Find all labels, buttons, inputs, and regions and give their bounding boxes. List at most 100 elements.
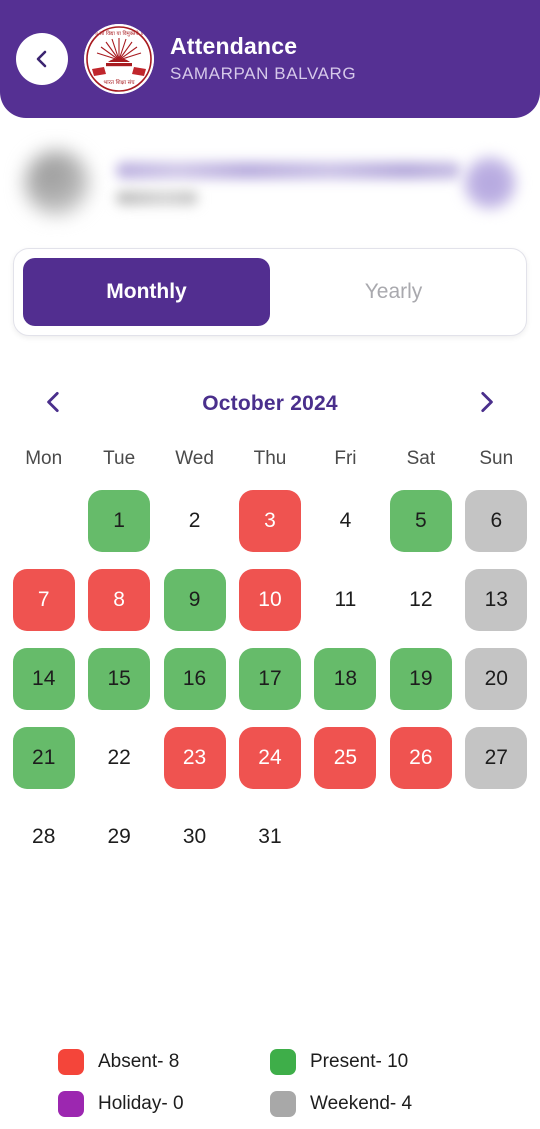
day-7-absent[interactable]: 7 xyxy=(12,568,75,631)
day-8-absent[interactable]: 8 xyxy=(88,568,151,631)
legend: Absent- 8 Present- 10 Holiday- 0 Weekend- 4 xyxy=(0,1049,540,1117)
day-18-present[interactable]: 18 xyxy=(314,647,377,710)
day-cell: 12 xyxy=(383,561,458,638)
day-9-present[interactable]: 9 xyxy=(163,568,226,631)
day-19-present[interactable]: 19 xyxy=(389,647,452,710)
day-25-absent[interactable]: 25 xyxy=(314,726,377,789)
legend-swatch-weekend xyxy=(270,1091,296,1117)
legend-label-holiday: Holiday- 0 xyxy=(98,1093,184,1114)
legend-swatch-present xyxy=(270,1049,296,1075)
day-30-none[interactable]: 30 xyxy=(164,806,226,868)
day-cell: 7 xyxy=(6,561,81,638)
day-27-weekend[interactable]: 27 xyxy=(465,726,528,789)
day-cell: 30 xyxy=(157,798,232,875)
weekday-label-wed: Wed xyxy=(175,448,214,469)
day-22-none[interactable]: 22 xyxy=(88,727,150,789)
day-13-weekend[interactable]: 13 xyxy=(465,568,528,631)
day-12-none[interactable]: 12 xyxy=(390,569,452,631)
day-cell xyxy=(383,798,458,875)
day-cell: 9 xyxy=(157,561,232,638)
day-20-weekend[interactable]: 20 xyxy=(465,647,528,710)
avatar xyxy=(24,150,90,216)
day-26-absent[interactable]: 26 xyxy=(389,726,452,789)
calendar-week-row: 7 8 9 10 11 12 13 xyxy=(6,561,534,638)
weekday-header-row: Mon Tue Wed Thu Fri Sat Sun xyxy=(6,440,534,482)
next-month-button[interactable] xyxy=(468,386,504,422)
day-cell: 25 xyxy=(308,719,383,796)
day-cell: 14 xyxy=(6,640,81,717)
day-cell xyxy=(459,798,534,875)
day-1-present[interactable]: 1 xyxy=(88,489,151,552)
chevron-left-icon xyxy=(41,389,67,420)
attendance-calendar: Mon Tue Wed Thu Fri Sat Sun 1 2 3 4 5 6 7 8 9 10 11 12 13 1… xyxy=(0,440,540,877)
day-cell: 31 xyxy=(232,798,307,875)
day-cell: 21 xyxy=(6,719,81,796)
student-profile-strip[interactable] xyxy=(0,130,540,236)
back-button[interactable] xyxy=(16,33,68,85)
day-cell: 2 xyxy=(157,482,232,559)
legend-item-absent: Absent- 8 xyxy=(58,1049,270,1075)
day-2-none[interactable]: 2 xyxy=(164,490,226,552)
tab-monthly[interactable]: Monthly xyxy=(23,258,270,326)
day-cell xyxy=(6,482,81,559)
weekday-label-sun: Sun xyxy=(479,448,514,469)
day-14-present[interactable]: 14 xyxy=(12,647,75,710)
calendar-week-row: 123456 xyxy=(6,482,534,559)
prev-month-button[interactable] xyxy=(36,386,72,422)
calendar-week-row: 28 29 30 31 xyxy=(6,798,534,875)
day-23-absent[interactable]: 23 xyxy=(163,726,226,789)
weekday-label-tue: Tue xyxy=(103,448,136,469)
legend-label-absent: Absent- 8 xyxy=(98,1051,180,1072)
day-cell xyxy=(308,798,383,875)
day-31-none[interactable]: 31 xyxy=(239,806,301,868)
calendar-week-row: 14 15 16 17 18 19 20 xyxy=(6,640,534,717)
day-cell: 23 xyxy=(157,719,232,796)
day-11-none[interactable]: 11 xyxy=(314,569,376,631)
day-3-absent[interactable]: 3 xyxy=(238,489,301,552)
day-cell: 15 xyxy=(81,640,156,717)
header-text-group: Attendance SAMARPAN BALVARG xyxy=(170,32,356,86)
day-10-absent[interactable]: 10 xyxy=(238,568,301,631)
page-subtitle: SAMARPAN BALVARG xyxy=(170,63,357,83)
day-4-none[interactable]: 4 xyxy=(314,490,376,552)
day-29-none[interactable]: 29 xyxy=(88,806,150,868)
app-header: ॥ सा विद्या या विमुक्तये ॥ भारत शिक्षा स… xyxy=(0,0,540,118)
legend-item-present: Present- 10 xyxy=(270,1049,482,1075)
profile-class-redacted xyxy=(116,190,198,205)
day-16-present[interactable]: 16 xyxy=(163,647,226,710)
day-cell: 16 xyxy=(157,640,232,717)
day-cell: 1 xyxy=(81,482,156,559)
day-21-present[interactable]: 21 xyxy=(12,726,75,789)
weekday-label-sat: Sat xyxy=(406,448,436,469)
profile-name-redacted xyxy=(116,161,461,179)
day-empty xyxy=(465,806,527,868)
legend-item-weekend: Weekend- 4 xyxy=(270,1091,482,1117)
day-empty xyxy=(314,806,376,868)
legend-label-present: Present- 10 xyxy=(310,1051,409,1072)
page-title: Attendance xyxy=(170,33,298,60)
legend-item-holiday: Holiday- 0 xyxy=(58,1091,270,1117)
legend-swatch-holiday xyxy=(58,1091,84,1117)
calendar-weeks: 1 2 3 4 5 6 7 8 9 10 11 12 13 14 15 16 17 18 19 20 21 22 23 24 2… xyxy=(6,482,534,875)
month-navigation: October 2024 xyxy=(0,378,540,430)
chevron-left-icon xyxy=(30,47,54,71)
day-cell: 22 xyxy=(81,719,156,796)
current-month-label: October 2024 xyxy=(202,392,338,415)
day-cell: 27 xyxy=(459,719,534,796)
day-cell: 28 xyxy=(6,798,81,875)
day-24-absent[interactable]: 24 xyxy=(238,726,301,789)
legend-label-weekend: Weekend- 4 xyxy=(310,1093,413,1114)
day-cell: 8 xyxy=(81,561,156,638)
day-15-present[interactable]: 15 xyxy=(88,647,151,710)
day-6-weekend[interactable]: 6 xyxy=(465,489,528,552)
day-cell: 20 xyxy=(459,640,534,717)
weekday-label-mon: Mon xyxy=(25,448,63,469)
day-cell: 29 xyxy=(81,798,156,875)
view-mode-toggle: Monthly Yearly xyxy=(13,248,527,336)
day-28-none[interactable]: 28 xyxy=(13,806,75,868)
day-cell: 10 xyxy=(232,561,307,638)
day-5-present[interactable]: 5 xyxy=(389,489,452,552)
day-17-present[interactable]: 17 xyxy=(238,647,301,710)
day-cell: 19 xyxy=(383,640,458,717)
tab-yearly[interactable]: Yearly xyxy=(270,258,517,326)
